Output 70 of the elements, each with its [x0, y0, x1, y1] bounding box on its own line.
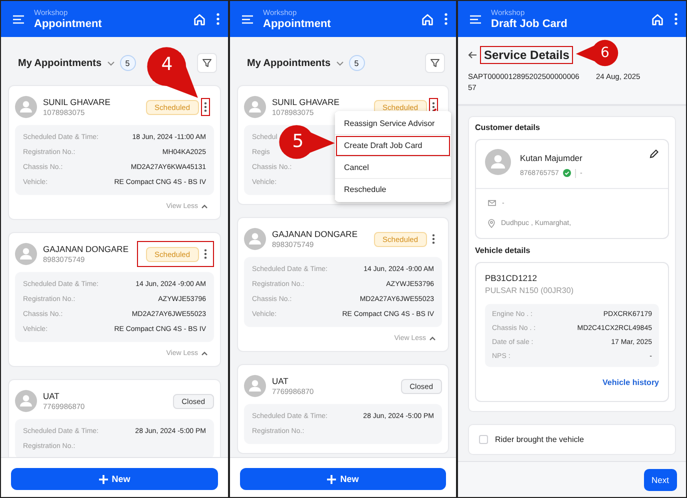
more-icon[interactable]: [204, 249, 207, 259]
more-icon[interactable]: [432, 234, 435, 244]
chevron-down-icon[interactable]: [336, 60, 344, 66]
home-icon[interactable]: [421, 12, 434, 26]
plus-icon[interactable]: [98, 474, 108, 484]
customer-name: UAT: [43, 391, 60, 401]
callout-number: 6: [600, 46, 610, 60]
filter-icon[interactable]: [430, 58, 440, 68]
customer-name: GAJANAN DONGARE: [43, 244, 128, 254]
chevron-up-icon[interactable]: [429, 336, 436, 341]
menu-item[interactable]: Reschedule: [335, 179, 451, 200]
back-button[interactable]: [468, 51, 477, 59]
avatar-icon: [244, 375, 266, 397]
callout-marker: [576, 40, 618, 66]
list-title[interactable]: My Appointments: [247, 58, 331, 68]
vehicle-model: PULSAR N150 (00JR30): [485, 286, 574, 295]
more-icon[interactable]: [204, 102, 207, 112]
menu-item[interactable]: Reassign Service Advisor: [335, 113, 451, 135]
filter-icon[interactable]: [202, 58, 212, 68]
avatar-icon: [244, 96, 266, 118]
more-button[interactable]: [201, 98, 210, 116]
new-button[interactable]: New: [11, 468, 218, 490]
customer-name: SUNIL GHAVARE: [43, 97, 110, 107]
mail-icon: [488, 200, 496, 206]
home-icon[interactable]: [193, 12, 206, 26]
home-icon[interactable]: [651, 12, 664, 26]
callout-marker: [147, 47, 198, 98]
chevron-down-icon[interactable]: [106, 60, 115, 66]
avatar-icon: [485, 148, 511, 175]
customer-name: GAJANAN DONGARE: [272, 229, 358, 239]
callout-number: 4: [161, 56, 173, 74]
list-title[interactable]: My Appointments: [18, 58, 102, 68]
customer-name: Kutan Majumder: [520, 152, 582, 163]
menu-icon[interactable]: [13, 14, 24, 24]
chevron-up-icon[interactable]: [201, 351, 208, 356]
chevron-up-icon[interactable]: [201, 204, 208, 209]
avatar-icon: [244, 228, 266, 250]
checkbox-label: Rider brought the vehicle: [495, 434, 584, 444]
callout-number: 5: [292, 133, 304, 151]
more-icon[interactable]: [216, 13, 220, 25]
page-title: Service Details: [480, 46, 574, 64]
section-heading: Vehicle details: [475, 246, 530, 255]
vehicle-history-link[interactable]: Vehicle history: [602, 378, 659, 387]
count-badge: 5: [348, 55, 365, 71]
callout-marker: [279, 125, 335, 159]
app-bar-title: Draft Job Card: [491, 18, 568, 30]
customer-name: SUNIL GHAVARE: [272, 97, 340, 107]
next-button[interactable]: Next: [644, 469, 677, 491]
menu-item[interactable]: Cancel: [335, 157, 451, 179]
menu-icon[interactable]: [242, 14, 253, 24]
new-button[interactable]: New: [240, 468, 446, 490]
filter-button[interactable]: [425, 53, 445, 73]
more-icon[interactable]: [444, 13, 448, 25]
menu-icon[interactable]: [470, 14, 481, 24]
plus-icon[interactable]: [327, 474, 336, 484]
more-icon[interactable]: [674, 13, 678, 25]
edit-icon[interactable]: [649, 148, 659, 159]
avatar-icon: [15, 96, 37, 118]
location-icon: [488, 218, 495, 228]
app-bar-title: Appointment: [34, 18, 102, 30]
section-heading: Customer details: [475, 122, 540, 132]
menu-item[interactable]: Create Draft Job Card: [335, 135, 451, 157]
filter-button[interactable]: [197, 53, 217, 73]
app-bar-title: Appointment: [263, 18, 331, 30]
avatar-icon: [15, 243, 37, 265]
customer-name: UAT: [272, 376, 288, 386]
avatar-icon: [15, 390, 37, 412]
checkbox[interactable]: [479, 434, 488, 444]
registration-number: PB31CD1212: [485, 272, 537, 283]
count-badge: 5: [120, 55, 136, 71]
